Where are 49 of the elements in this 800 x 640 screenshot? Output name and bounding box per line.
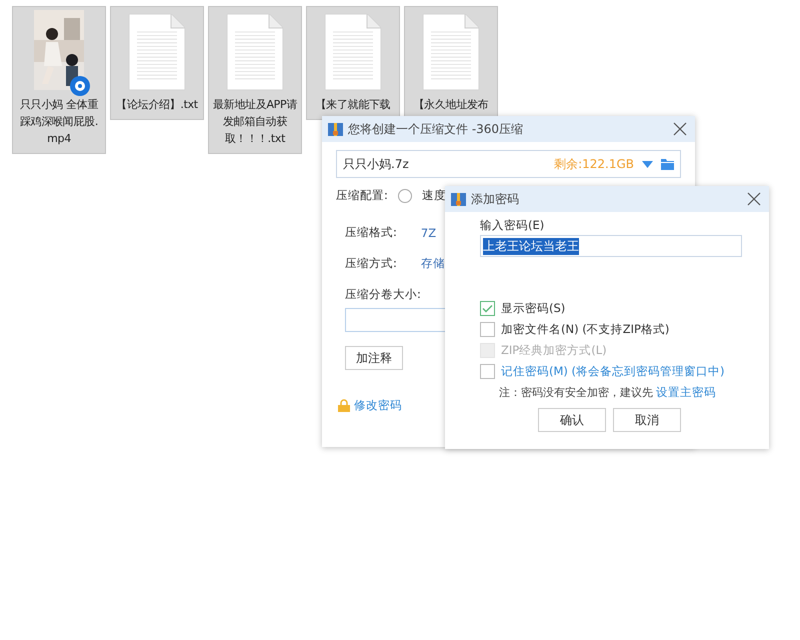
file-tile[interactable]: 【论坛介绍】.txt (110, 6, 204, 120)
video-badge-icon (70, 76, 90, 96)
text-file-icon (423, 14, 479, 90)
checkbox[interactable] (480, 364, 495, 379)
file-tile[interactable]: 只只小妈 全体重踩鸡深喉闻屁股.mp4 (12, 6, 106, 154)
checkbox[interactable] (480, 322, 495, 337)
close-button[interactable] (673, 122, 687, 136)
window-title: 添加密码 (471, 190, 520, 208)
archive-icon (328, 122, 343, 136)
format-label: 压缩格式: (345, 225, 397, 240)
method-label: 压缩方式: (345, 256, 397, 271)
password-label: 输入密码(E) (480, 218, 546, 233)
change-password-link[interactable]: 修改密码 (354, 398, 402, 413)
folder-icon[interactable] (661, 158, 674, 170)
checkbox-label: 加密文件名(N) (不支持ZIP格式) (501, 322, 670, 337)
security-note: 注：密码没有安全加密，建议先 (499, 385, 653, 400)
radio-button[interactable] (398, 188, 412, 202)
file-tile[interactable]: 最新地址及APP请发邮箱自动获取！！！.txt (208, 6, 302, 154)
file-tile[interactable]: 【来了就能下载 (306, 6, 400, 120)
file-name: 【来了就能下载 (314, 97, 392, 113)
file-name: 【论坛介绍】.txt (115, 97, 199, 113)
format-value[interactable]: 7Z (420, 226, 436, 240)
archive-icon (451, 192, 466, 206)
file-name: 【永久地址发布 (412, 97, 490, 113)
checkbox-label: 记住密码(M) (将会备忘到密码管理窗口中) (501, 364, 725, 379)
config-label: 压缩配置: (336, 188, 388, 203)
lock-icon (338, 399, 350, 412)
filename-text: 只只小妈.7z (343, 156, 410, 172)
dialog-button[interactable]: 取消 (613, 408, 681, 432)
free-space: 剩余:122.1GB (554, 156, 634, 172)
dropdown-icon[interactable] (642, 160, 653, 168)
text-file-icon (227, 14, 283, 90)
close-button[interactable] (747, 192, 761, 206)
text-file-icon (325, 14, 381, 90)
file-name: 只只小妈 全体重踩鸡深喉闻屁股.mp4 (18, 97, 100, 147)
text-file-icon (129, 14, 185, 90)
radio-label: 速度 (422, 188, 446, 203)
set-master-password-link[interactable]: 设置主密码 (656, 385, 716, 400)
checkbox-label: ZIP经典加密方式(L) (501, 343, 607, 358)
method-value[interactable]: 存储 (420, 256, 445, 271)
checkbox[interactable] (480, 301, 495, 316)
checkbox-label: 显示密码(S) (501, 301, 566, 316)
volume-label: 压缩分卷大小: (345, 287, 421, 302)
window-title: 您将创建一个压缩文件 -360压缩 (348, 120, 524, 138)
dialog-button[interactable]: 确认 (538, 408, 606, 432)
comment-button[interactable]: 加注释 (345, 346, 403, 370)
password-field[interactable]: 上老王论坛当老王 (480, 235, 742, 257)
file-name: 最新地址及APP请发邮箱自动获取！！！.txt (212, 97, 298, 147)
filename-field[interactable]: 只只小妈.7z 剩余:122.1GB (336, 150, 681, 178)
